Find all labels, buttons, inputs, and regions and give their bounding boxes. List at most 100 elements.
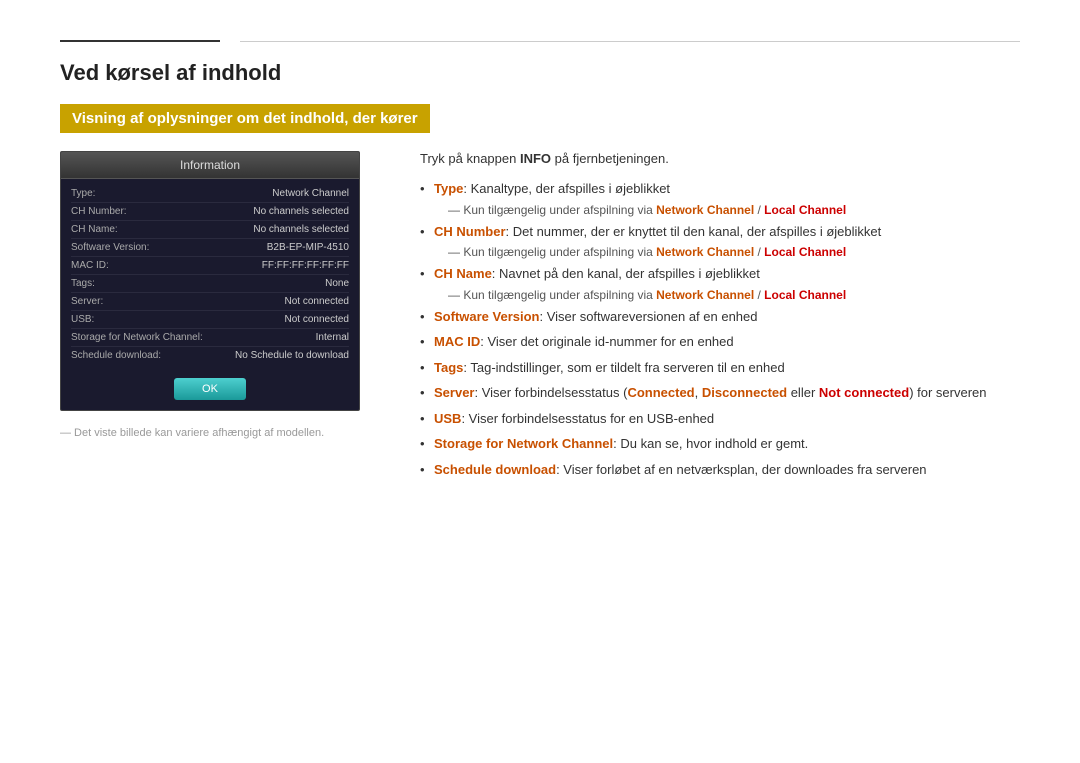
left-column: Information Type: Network Channel CH Num… [60,151,380,439]
footer-note: ― Det viste billede kan variere afhængig… [60,427,380,439]
info-value: None [325,278,349,289]
subnote-link2: Local Channel [764,288,846,302]
subnote-link2: Local Channel [764,245,846,259]
bullet-bold: Software Version [434,309,539,324]
info-value: Network Channel [272,188,349,199]
info-box-header: Information [61,152,359,179]
info-row: Type: Network Channel [71,185,349,203]
bullet-bold: USB [434,411,461,426]
info-label: Storage for Network Channel: [71,332,203,343]
info-label: CH Number: [71,206,181,217]
bullet-bold: Tags [434,360,463,375]
info-row: CH Name: No channels selected [71,221,349,239]
info-row: USB: Not connected [71,311,349,329]
bullet-text: : Navnet på den kanal, der afspilles i ø… [492,266,760,281]
highlighted-subtitle: Visning af oplysninger om det indhold, d… [60,104,430,133]
info-row: Server: Not connected [71,293,349,311]
top-rules [60,40,1020,42]
subnote-link1: Network Channel [656,203,754,217]
info-label: MAC ID: [71,260,181,271]
info-value: B2B-EP-MIP-4510 [267,242,349,253]
list-item: Software Version: Viser softwareversione… [420,304,1020,330]
info-value: No Schedule to download [235,350,349,361]
list-item: Type: Kanaltype, der afspilles i øjeblik… [420,176,1020,202]
bullet-bold: MAC ID [434,334,480,349]
bullet-text: : Tag-indstillinger, som er tildelt fra … [463,360,784,375]
info-row: Tags: None [71,275,349,293]
list-item: USB: Viser forbindelsesstatus for en USB… [420,406,1020,432]
info-value: Internal [316,332,349,343]
info-label: Tags: [71,278,181,289]
bullet-text: : Det nummer, der er knyttet til den kan… [506,224,882,239]
info-row: MAC ID: FF:FF:FF:FF:FF:FF [71,257,349,275]
list-item: Storage for Network Channel: Du kan se, … [420,431,1020,457]
bullet-bold: Storage for Network Channel [434,436,613,451]
info-label: Schedule download: [71,350,181,361]
bullet-bold-p1: Connected [627,385,694,400]
sub-note: Kun tilgængelig under afspilning via Net… [420,203,1020,217]
intro-bold: INFO [520,151,551,166]
subnote-slash: / [754,288,764,302]
intro-text: Tryk på knappen INFO på fjernbetjeningen… [420,151,1020,166]
bullet-text: : Kanaltype, der afspilles i øjeblikket [463,181,670,196]
bullet-list: Type: Kanaltype, der afspilles i øjeblik… [420,176,1020,482]
subnote-text: Kun tilgængelig under afspilning via [463,203,656,217]
bullet-text: : Viser softwareversionen af en enhed [539,309,757,324]
bullet-text: : Viser forbindelsesstatus ( [474,385,627,400]
list-item: CH Name: Navnet på den kanal, der afspil… [420,261,1020,287]
bullet-bold: Server [434,385,474,400]
info-value: No channels selected [253,206,349,217]
subnote-link2: Local Channel [764,203,846,217]
info-box-body: Type: Network Channel CH Number: No chan… [61,179,359,370]
right-column: Tryk på knappen INFO på fjernbetjeningen… [420,151,1020,482]
sub-note: Kun tilgængelig under afspilning via Net… [420,288,1020,302]
bullet-text: : Viser det originale id-nummer for en e… [480,334,733,349]
subnote-text: Kun tilgængelig under afspilning via [463,288,656,302]
sub-note: Kun tilgængelig under afspilning via Net… [420,245,1020,259]
rule-short [60,40,220,42]
list-item: Server: Viser forbindelsesstatus (Connec… [420,380,1020,406]
ok-button[interactable]: OK [174,378,246,400]
info-value: FF:FF:FF:FF:FF:FF [262,260,349,271]
subnote-slash: / [754,203,764,217]
list-item: Schedule download: Viser forløbet af en … [420,457,1020,483]
info-label: Server: [71,296,181,307]
bullet-text: : Viser forbindelsesstatus for en USB-en… [461,411,714,426]
info-label: CH Name: [71,224,181,235]
info-label: Software Version: [71,242,181,253]
rule-long [240,41,1020,42]
bullet-text: : Viser forløbet af en netværksplan, der… [556,462,926,477]
bullet-text: : Du kan se, hvor indhold er gemt. [613,436,808,451]
list-item: CH Number: Det nummer, der er knyttet ti… [420,219,1020,245]
information-box: Information Type: Network Channel CH Num… [60,151,360,411]
bullet-text-mid: , [695,385,702,400]
subnote-text: Kun tilgængelig under afspilning via [463,245,656,259]
info-label: USB: [71,314,181,325]
info-value: No channels selected [253,224,349,235]
info-box-footer: OK [61,370,359,410]
info-value: Not connected [285,314,350,325]
info-row: CH Number: No channels selected [71,203,349,221]
bullet-text-mid2: eller [787,385,819,400]
info-row: Storage for Network Channel: Internal [71,329,349,347]
bullet-bold: CH Name [434,266,492,281]
bullet-text-end: ) for serveren [909,385,986,400]
list-item: MAC ID: Viser det originale id-nummer fo… [420,329,1020,355]
main-content: Information Type: Network Channel CH Num… [60,151,1020,482]
intro-text-after: på fjernbetjeningen. [551,151,669,166]
info-value: Not connected [285,296,350,307]
bullet-bold-p3: Not connected [819,385,909,400]
bullet-bold: Schedule download [434,462,556,477]
bullet-bold: CH Number [434,224,506,239]
subnote-link1: Network Channel [656,288,754,302]
page-title: Ved kørsel af indhold [60,60,1020,86]
info-row: Schedule download: No Schedule to downlo… [71,347,349,364]
bullet-bold-p2: Disconnected [702,385,787,400]
subnote-link1: Network Channel [656,245,754,259]
intro-text-before: Tryk på knappen [420,151,520,166]
info-row: Software Version: B2B-EP-MIP-4510 [71,239,349,257]
list-item: Tags: Tag-indstillinger, som er tildelt … [420,355,1020,381]
bullet-bold: Type [434,181,463,196]
info-label: Type: [71,188,181,199]
subnote-slash: / [754,245,764,259]
